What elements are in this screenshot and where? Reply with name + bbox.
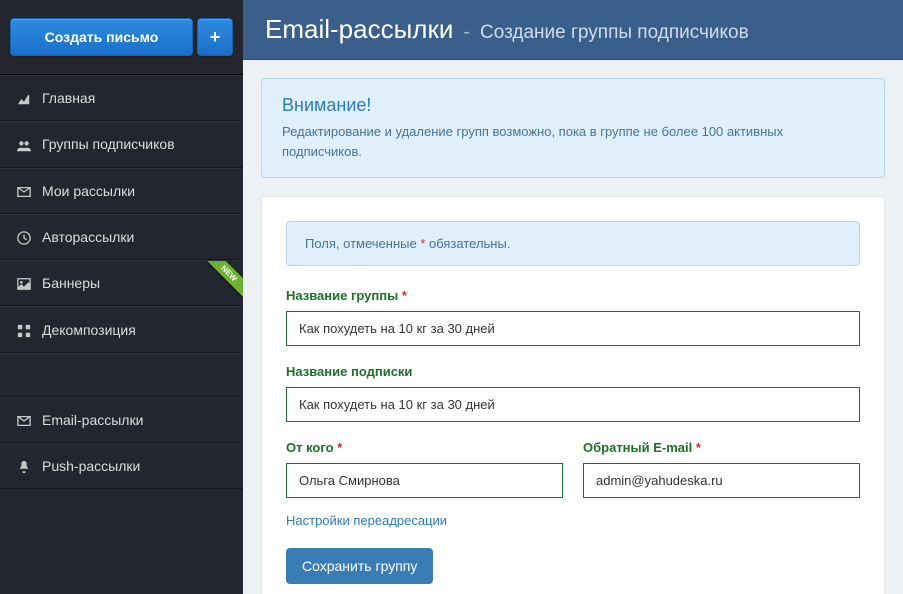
reply-email-input[interactable] <box>583 463 860 498</box>
reply-email-label: Обратный E-mail * <box>583 440 860 455</box>
asterisk-icon: * <box>402 288 407 303</box>
users-icon <box>16 136 32 152</box>
sidebar-item-push-mailings[interactable]: Push-рассылки <box>0 444 243 488</box>
sidebar-item-label: Авторассылки <box>42 229 134 245</box>
alert-title: Внимание! <box>282 95 864 116</box>
sidebar-item-label: Push-рассылки <box>42 458 140 474</box>
grid-icon <box>16 321 32 337</box>
from-label: От кого * <box>286 440 563 455</box>
page-header: Email-рассылки - Создание группы подписч… <box>243 0 903 60</box>
sidebar-item-my-mailings[interactable]: Мои рассылки <box>0 169 243 213</box>
image-icon <box>16 275 32 291</box>
asterisk-icon: * <box>337 440 342 455</box>
sidebar: Создать письмо + Главная Группы подписчи… <box>0 0 243 594</box>
sidebar-item-label: Email-рассылки <box>42 412 143 428</box>
group-name-label: Название группы * <box>286 288 860 303</box>
chart-icon <box>16 90 32 106</box>
content: Внимание! Редактирование и удаление груп… <box>243 60 903 594</box>
form-row-sender: От кого * Обратный E-mail * <box>286 440 860 498</box>
form-row-group-name: Название группы * <box>286 288 860 346</box>
sidebar-item-groups[interactable]: Группы подписчиков <box>0 122 243 166</box>
page-title: Email-рассылки <box>265 14 453 45</box>
sidebar-item-label: Мои рассылки <box>42 183 135 199</box>
sidebar-item-label: Баннеры <box>42 275 100 291</box>
from-input[interactable] <box>286 463 563 498</box>
nav-list: Главная Группы подписчиков Мои рассылки … <box>0 75 243 489</box>
attention-alert: Внимание! Редактирование и удаление груп… <box>261 78 885 178</box>
group-name-input[interactable] <box>286 311 860 346</box>
subscription-name-label: Название подписки <box>286 364 860 379</box>
sidebar-top: Создать письмо + <box>0 0 243 75</box>
sidebar-item-label: Главная <box>42 90 95 106</box>
form-panel: Поля, отмеченные * обязательны. Название… <box>261 196 885 594</box>
create-plus-button[interactable]: + <box>197 18 233 56</box>
envelope-icon <box>16 183 32 199</box>
subscription-name-input[interactable] <box>286 387 860 422</box>
form-row-subscription-name: Название подписки <box>286 364 860 422</box>
bell-icon <box>16 458 32 474</box>
sidebar-item-label: Группы подписчиков <box>42 136 175 152</box>
sidebar-item-main[interactable]: Главная <box>0 76 243 120</box>
sidebar-item-auto-mailings[interactable]: Авторассылки <box>0 215 243 259</box>
sidebar-item-decomposition[interactable]: Декомпозиция <box>0 307 243 351</box>
create-letter-button[interactable]: Создать письмо <box>10 18 193 56</box>
alert-body: Редактирование и удаление групп возможно… <box>282 122 864 161</box>
redirect-settings-link[interactable]: Настройки переадресации <box>286 513 447 528</box>
envelope-icon <box>16 412 32 428</box>
asterisk-icon: * <box>696 440 701 455</box>
save-group-button[interactable]: Сохранить группу <box>286 548 433 584</box>
header-separator: - <box>463 21 470 44</box>
page-subtitle: Создание группы подписчиков <box>480 22 749 44</box>
new-ribbon <box>205 261 243 299</box>
nav-gap <box>0 353 243 397</box>
clock-icon <box>16 229 32 245</box>
main: Email-рассылки - Создание группы подписч… <box>243 0 903 594</box>
required-fields-note: Поля, отмеченные * обязательны. <box>286 221 860 266</box>
sidebar-item-label: Декомпозиция <box>42 322 136 338</box>
sidebar-item-email-mailings[interactable]: Email-рассылки <box>0 398 243 442</box>
